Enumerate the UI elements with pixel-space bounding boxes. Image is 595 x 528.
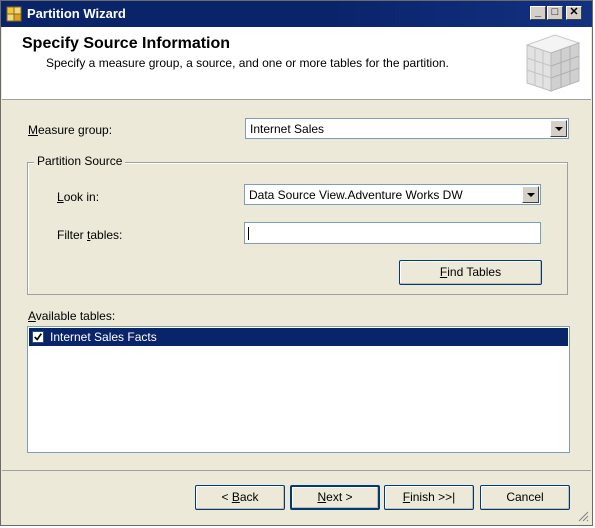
chevron-down-icon[interactable] — [550, 120, 567, 137]
measure-group-value: Internet Sales — [250, 122, 325, 136]
look-in-label: Look in: — [57, 190, 100, 204]
measure-group-dropdown[interactable]: Internet Sales — [245, 118, 569, 139]
wizard-footer: < Back Next > Finish >>| Cancel — [2, 470, 591, 524]
find-tables-button[interactable]: Find Tables — [399, 260, 542, 285]
look-in-dropdown[interactable]: Data Source View.Adventure Works DW — [244, 184, 541, 205]
title-bar[interactable]: Partition Wizard _ □ ✕ — [1, 1, 592, 27]
text-caret — [248, 227, 249, 240]
close-button[interactable]: ✕ — [566, 6, 582, 20]
minimize-button[interactable]: _ — [530, 6, 546, 20]
table-name: Internet Sales Facts — [50, 330, 157, 344]
measure-group-label: Measure group: — [28, 123, 113, 137]
partition-source-title: Partition Source — [34, 154, 126, 168]
available-tables-label: Available tables: — [28, 309, 116, 323]
wizard-app-icon — [6, 6, 22, 22]
available-tables-list[interactable]: Internet Sales Facts — [27, 326, 570, 453]
maximize-button[interactable]: □ — [547, 6, 563, 20]
close-icon: ✕ — [569, 6, 579, 18]
wizard-header: Specify Source Information Specify a mea… — [2, 27, 591, 100]
checkbox-checked-icon[interactable] — [32, 331, 44, 343]
wizard-content: Measure group: Internet Sales Partition … — [2, 100, 591, 470]
page-title: Specify Source Information — [22, 35, 231, 52]
partition-wizard-window: Partition Wizard _ □ ✕ Specify Source In… — [0, 0, 593, 526]
look-in-value: Data Source View.Adventure Works DW — [249, 188, 463, 202]
list-item[interactable]: Internet Sales Facts — [29, 328, 568, 346]
cube-grid-icon — [525, 34, 581, 92]
next-button[interactable]: Next > — [290, 485, 380, 510]
cancel-button[interactable]: Cancel — [480, 485, 570, 510]
chevron-down-icon[interactable] — [522, 186, 539, 203]
filter-tables-label: Filter tables: — [57, 228, 123, 242]
finish-button[interactable]: Finish >>| — [384, 485, 474, 510]
filter-tables-input[interactable] — [244, 222, 541, 244]
resize-grip-icon[interactable] — [577, 510, 589, 522]
maximize-icon: □ — [551, 6, 559, 18]
minimize-icon: _ — [534, 6, 542, 18]
window-title: Partition Wizard — [27, 6, 126, 21]
back-button[interactable]: < Back — [195, 485, 285, 510]
page-subtitle: Specify a measure group, a source, and o… — [46, 56, 449, 70]
